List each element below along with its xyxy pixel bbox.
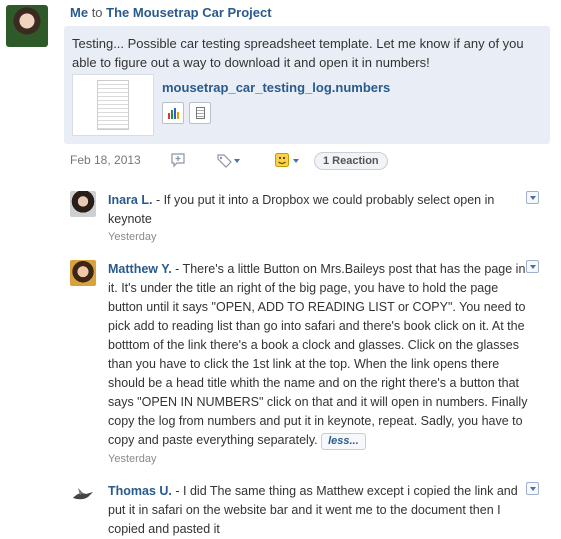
post-date: Feb 18, 2013 (70, 153, 141, 167)
commenter-avatar[interactable] (70, 260, 96, 286)
comment-body: Inara L. - If you put it into a Dropbox … (108, 191, 530, 229)
open-in-numbers-button[interactable] (162, 102, 184, 124)
post-author-link[interactable]: Me (70, 5, 88, 20)
comment-body: Matthew Y. - There's a little Button on … (108, 260, 530, 450)
spreadsheet-preview-icon (97, 80, 129, 130)
post-content-box: Testing... Possible car testing spreadsh… (64, 26, 550, 144)
document-icon (196, 107, 205, 119)
comment-item: Matthew Y. - There's a little Button on … (70, 260, 540, 470)
comment-timestamp: Yesterday (108, 231, 157, 243)
smiley-icon (275, 153, 299, 167)
group-link[interactable]: The Mousetrap Car Project (106, 5, 271, 20)
comment-menu-button[interactable] (526, 260, 539, 273)
numbers-app-icon (168, 108, 179, 119)
comment-item: Inara L. - If you put it into a Dropbox … (70, 191, 540, 247)
commenter-avatar[interactable] (70, 191, 96, 217)
comment-body: Thomas U. - I did The same thing as Matt… (108, 482, 530, 539)
less-button[interactable]: less... (321, 433, 366, 450)
comment-author-link[interactable]: Matthew Y. (108, 262, 172, 276)
comment-menu-button[interactable] (526, 482, 539, 495)
tag-button[interactable] (216, 152, 242, 171)
attachment-filename-link[interactable]: mousetrap_car_testing_log.numbers (162, 80, 390, 95)
reaction-count-button[interactable]: 1 Reaction (314, 152, 388, 170)
attachment-thumbnail[interactable] (72, 74, 154, 136)
comment-timestamp: Yesterday (108, 453, 157, 465)
author-avatar[interactable] (6, 5, 48, 47)
comment-item: Thomas U. - I did The same thing as Matt… (70, 482, 540, 539)
commenter-avatar[interactable] (70, 482, 96, 508)
reply-button[interactable] (170, 152, 186, 171)
comment-menu-button[interactable] (526, 191, 539, 204)
comment-author-link[interactable]: Inara L. (108, 193, 152, 207)
speech-bubble-plus-icon (171, 153, 185, 168)
post-header: Me to The Mousetrap Car Project (70, 5, 272, 20)
tag-icon (217, 154, 240, 168)
comment-author-link[interactable]: Thomas U. (108, 484, 172, 498)
comment-text: - If you put it into a Dropbox we could … (108, 193, 495, 226)
post-meta-row: Feb 18, 2013 1 Reaction (70, 152, 400, 170)
reaction-button[interactable] (274, 152, 302, 171)
post-text: Testing... Possible car testing spreadsh… (72, 36, 524, 70)
bird-icon (73, 488, 93, 500)
comment-text: - There's a little Button on Mrs.Baileys… (108, 262, 528, 447)
to-label: to (91, 5, 103, 20)
view-document-button[interactable] (189, 102, 211, 124)
